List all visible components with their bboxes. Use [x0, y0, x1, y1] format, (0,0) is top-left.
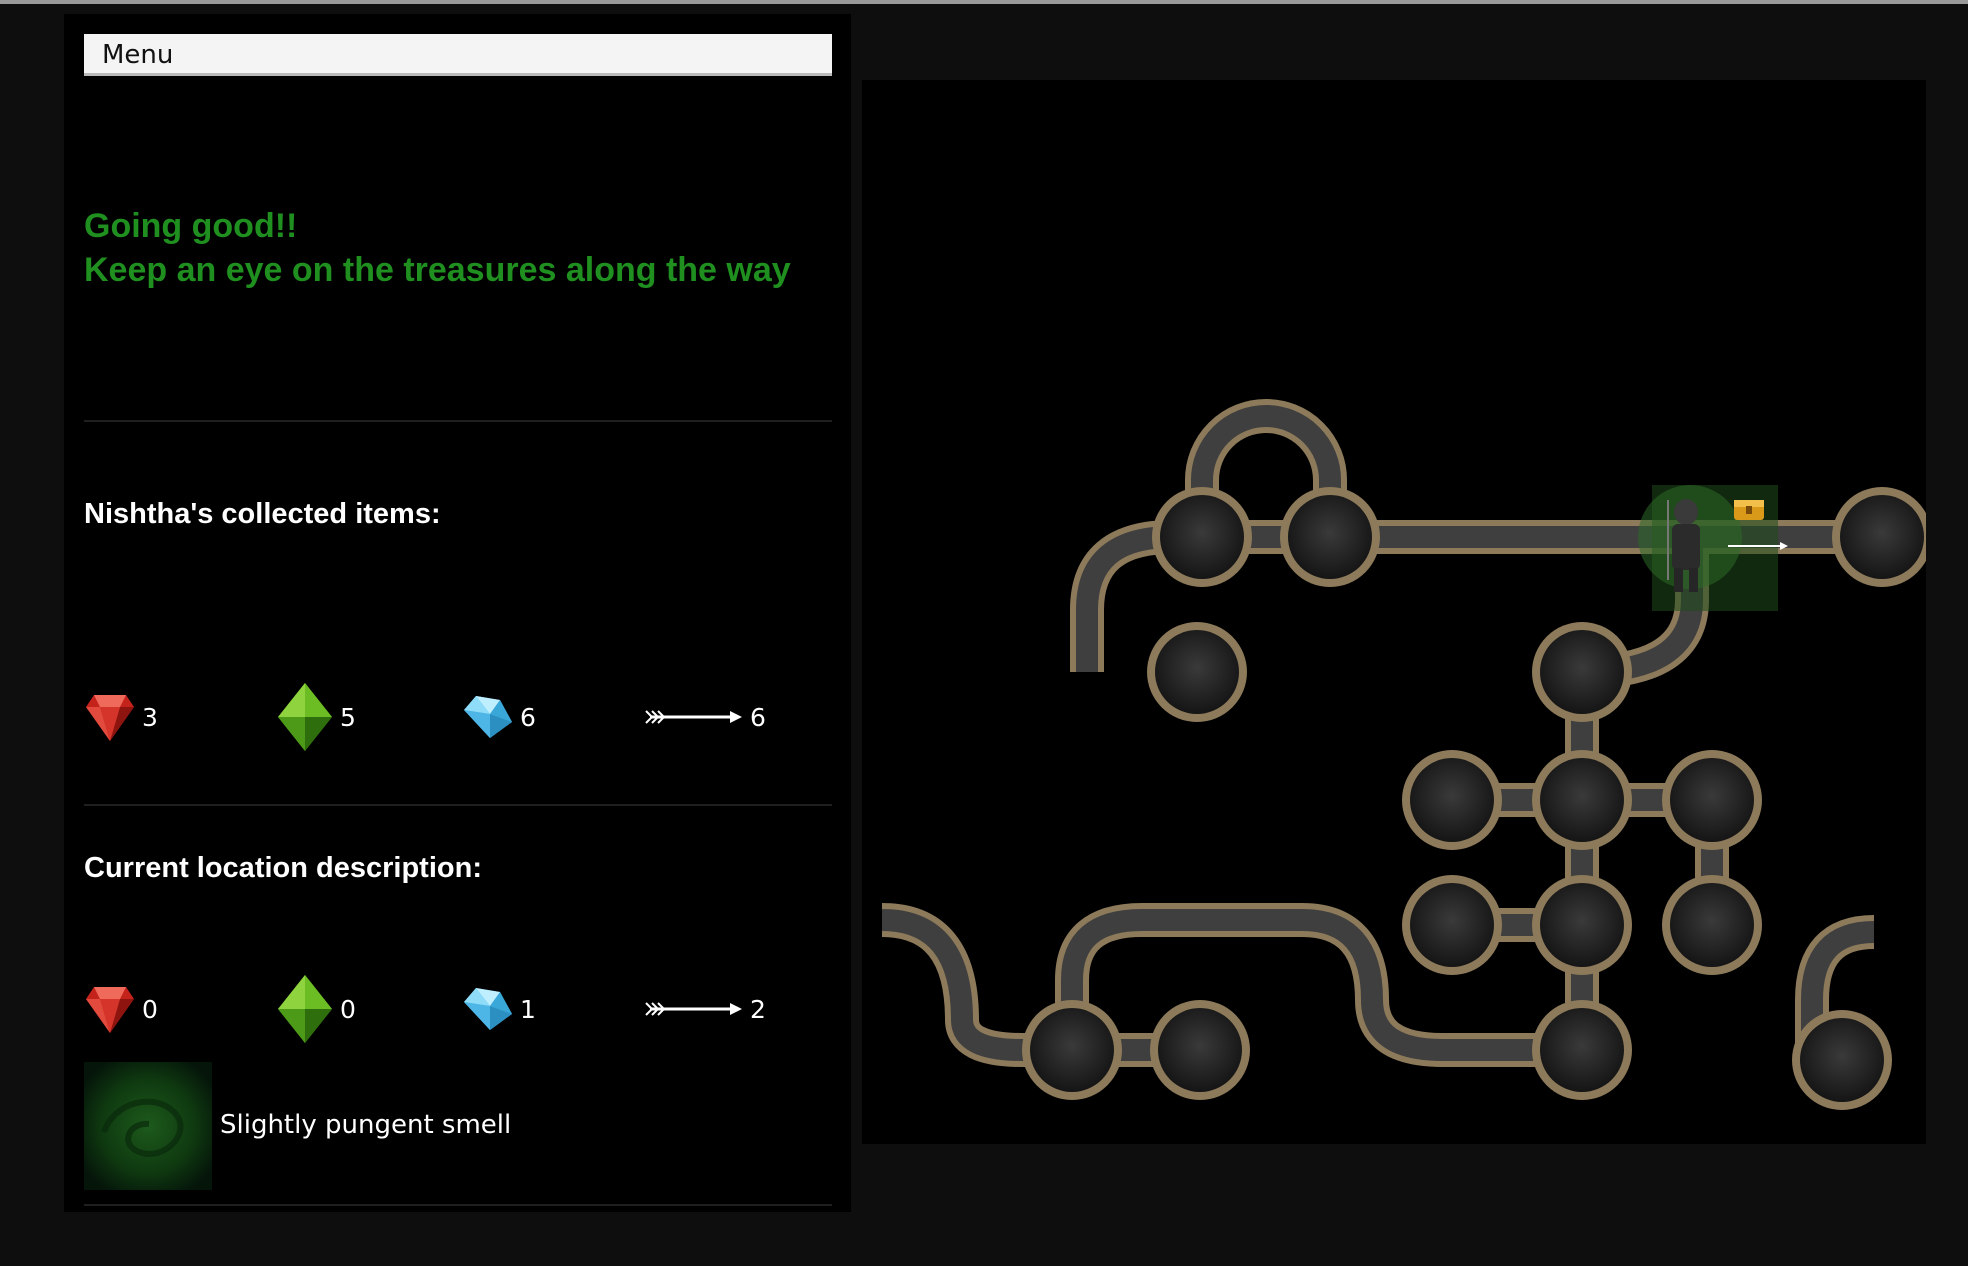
status-line-2: Keep an eye on the treasures along the w… [84, 251, 791, 289]
divider [84, 420, 832, 422]
smell-tile-icon [84, 1062, 212, 1190]
arrow-count: 2 [750, 994, 766, 1024]
status-message: Going good!! Keep an eye on the treasure… [84, 204, 844, 292]
arrow-count: 6 [750, 702, 766, 732]
collected-items-heading: Nishtha's collected items: [84, 498, 441, 530]
room [1662, 875, 1762, 975]
diamond-count: 6 [520, 702, 536, 732]
diamond-icon [460, 692, 514, 742]
info-panel: Menu Going good!! Keep an eye on the tre… [64, 14, 851, 1212]
menu-button[interactable]: Menu [84, 34, 832, 76]
arrow-icon [644, 706, 744, 728]
diamond-count: 1 [520, 994, 536, 1024]
location-arrows: 2 [644, 969, 766, 1049]
ruby-count: 0 [142, 994, 158, 1024]
room [1532, 622, 1632, 722]
room [1662, 750, 1762, 850]
room [1792, 1010, 1892, 1110]
collected-ruby: 3 [84, 677, 158, 757]
rooms [1022, 487, 1926, 1110]
divider [84, 1204, 832, 1206]
location-diamond: 1 [460, 969, 536, 1049]
tunnel-network [881, 399, 1926, 1110]
room [1532, 1000, 1632, 1100]
window-top-border [0, 0, 1968, 4]
room [1150, 1000, 1250, 1100]
arrow-icon [644, 998, 744, 1020]
location-description: Slightly pungent smell [220, 1110, 512, 1140]
room [1532, 750, 1632, 850]
room [1532, 875, 1632, 975]
room [1280, 487, 1380, 587]
emerald-icon [276, 973, 334, 1045]
emerald-count: 5 [340, 702, 356, 732]
diamond-icon [460, 984, 514, 1034]
divider [84, 804, 832, 806]
dungeon-map[interactable] [862, 80, 1926, 1144]
emerald-icon [276, 681, 334, 753]
ruby-icon [84, 689, 136, 745]
collected-emerald: 5 [276, 677, 356, 757]
room [1152, 487, 1252, 587]
room [1402, 750, 1502, 850]
room [1022, 1000, 1122, 1100]
collected-items-row: 3 5 6 6 [84, 677, 832, 757]
ruby-count: 3 [142, 702, 158, 732]
collected-arrows: 6 [644, 677, 766, 757]
location-ruby: 0 [84, 969, 158, 1049]
location-items-row: 0 0 1 2 [84, 969, 832, 1049]
emerald-count: 0 [340, 994, 356, 1024]
room [1147, 622, 1247, 722]
status-line-1: Going good!! [84, 207, 298, 245]
collected-diamond: 6 [460, 677, 536, 757]
treasure-chest-icon [1734, 500, 1764, 520]
room [1832, 487, 1926, 587]
ruby-icon [84, 981, 136, 1037]
location-heading: Current location description: [84, 852, 482, 884]
location-emerald: 0 [276, 969, 356, 1049]
room [1402, 875, 1502, 975]
